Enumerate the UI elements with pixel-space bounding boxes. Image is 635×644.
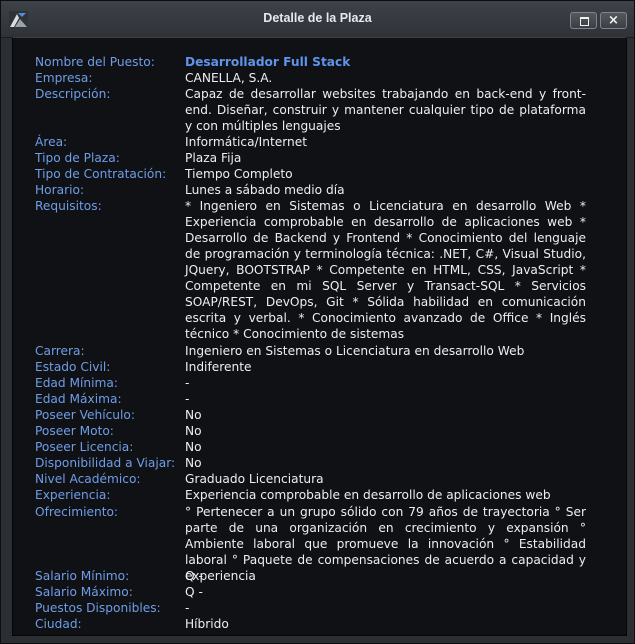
field-label: Nivel Académico: (35, 472, 141, 486)
field-label: Requisitos: (35, 199, 102, 213)
field-value: - (185, 392, 190, 406)
field-label: Tipo de Contratación: (35, 167, 167, 181)
field-value: - (185, 376, 190, 390)
field-label: Ciudad: (35, 617, 82, 631)
field-value: No (185, 440, 202, 454)
field-label: Edad Máxima: (35, 392, 122, 406)
field-value: Experiencia comprobable en desarrollo de… (185, 488, 551, 502)
detail-window: Detalle de la Plaza × Nombre del Puesto:… (0, 0, 635, 644)
field-value: * Ingeniero en Sistemas o Licenciatura e… (185, 199, 586, 341)
field-label: Edad Mínima: (35, 376, 118, 390)
title-bar[interactable]: Detalle de la Plaza × (1, 1, 634, 38)
field-value: Lunes a sábado medio día (185, 183, 345, 197)
field-label: Área: (35, 135, 68, 149)
window-title: Detalle de la Plaza (263, 11, 372, 25)
field-value: Tiempo Completo (185, 167, 293, 181)
restore-icon (580, 17, 589, 26)
field-value: Indiferente (185, 360, 252, 374)
field-label: Carrera: (35, 344, 85, 358)
field-label: Poseer Moto: (35, 424, 114, 438)
field-label: Salario Mínimo: (35, 569, 130, 583)
field-value: Q - (185, 585, 203, 599)
field-label: Poseer Vehículo: (35, 408, 135, 422)
field-value: Híbrido (185, 617, 229, 631)
field-label: Salario Máximo: (35, 585, 133, 599)
field-value: Q - (185, 569, 203, 583)
field-value: CANELLA, S.A. (185, 71, 273, 85)
close-button[interactable]: × (600, 12, 627, 29)
field-value: No (185, 408, 202, 422)
field-label: Nombre del Puesto: (35, 55, 155, 69)
field-label: Estado Civil: (35, 360, 111, 374)
field-label: Puestos Disponibles: (35, 601, 161, 615)
field-label: Empresa: (35, 71, 93, 85)
field-value: No (185, 456, 202, 470)
field-label: Tipo de Plaza: (35, 151, 120, 165)
job-title-value: Desarrollador Full Stack (185, 55, 351, 69)
field-value: Informática/Internet (185, 135, 308, 149)
field-value: Plaza Fija (185, 151, 242, 165)
close-icon: × (608, 13, 619, 28)
field-value: Graduado Licenciatura (185, 472, 324, 486)
field-value: Ingeniero en Sistemas o Licenciatura en … (185, 344, 525, 358)
field-value: No (185, 424, 202, 438)
restore-button[interactable] (570, 12, 597, 29)
field-value: Capaz de desarrollar websites trabajando… (185, 87, 586, 133)
field-label: Descripción: (35, 87, 111, 101)
detail-panel: Nombre del Puesto: Desarrollador Full St… (12, 37, 627, 636)
field-label: Disponibilidad a Viajar: (35, 456, 176, 470)
field-label: Horario: (35, 183, 85, 197)
field-label: Experiencia: (35, 488, 111, 502)
field-label: Poseer Licencia: (35, 440, 134, 454)
field-label: Ofrecimiento: (35, 505, 119, 519)
field-value: - (185, 601, 190, 615)
